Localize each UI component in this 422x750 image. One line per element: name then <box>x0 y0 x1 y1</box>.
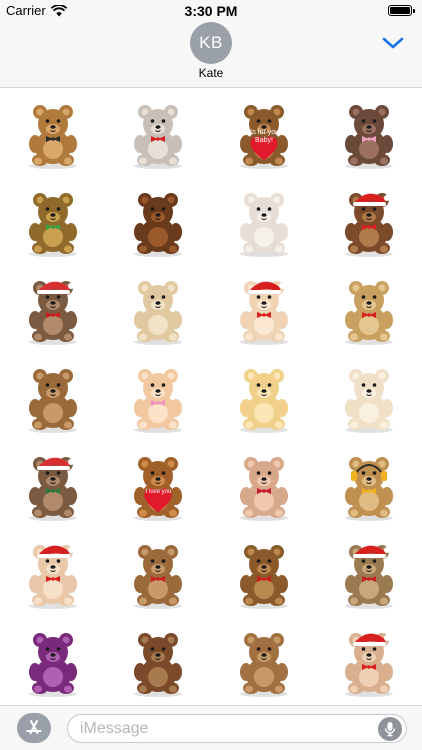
teddy-bear-icon <box>345 456 393 521</box>
teddy-bear-icon <box>28 192 77 257</box>
sticker-caption: I love you <box>145 489 172 495</box>
teddy-bear-icon <box>345 544 393 609</box>
sticker-bear-pink-belly[interactable] <box>317 91 422 178</box>
teddy-bear-icon <box>345 280 393 345</box>
sticker-bear-ribbon[interactable] <box>211 531 316 618</box>
teddy-bear-icon <box>28 456 77 521</box>
contact-avatar[interactable]: KB <box>190 22 232 64</box>
battery-icon <box>388 5 415 16</box>
teddy-bear-icon <box>134 104 182 169</box>
teddy-bear-icon <box>28 544 77 609</box>
sticker-bear-love-you[interactable]: I love you <box>106 443 211 530</box>
teddy-bear-icon <box>134 192 182 257</box>
sticker-bear-standing-brown[interactable] <box>211 619 316 705</box>
sticker-bear-santa-card[interactable] <box>317 619 422 705</box>
microphone-button[interactable] <box>378 717 402 741</box>
teddy-bear-icon <box>134 632 182 697</box>
sticker-bear-santa-flower[interactable] <box>211 267 316 354</box>
teddy-bear-icon <box>239 456 288 521</box>
sticker-bear-fuzzy-brown[interactable] <box>106 179 211 266</box>
sticker-bear-family-three[interactable] <box>0 355 105 442</box>
app-store-icon <box>26 720 42 734</box>
sticker-bear-heart-card[interactable]: It's for you, Baby! <box>211 91 316 178</box>
imessage-input[interactable] <box>80 720 370 738</box>
sticker-bear-arms-up[interactable] <box>211 355 316 442</box>
sticker-bear-red-scarf[interactable] <box>106 531 211 618</box>
teddy-bear-icon <box>239 280 288 345</box>
teddy-bear-icon <box>239 192 288 257</box>
sticker-bear-cream-orange[interactable] <box>317 355 422 442</box>
sticker-bear-waving[interactable] <box>106 619 211 705</box>
message-field[interactable] <box>67 714 407 743</box>
teddy-bear-icon <box>239 632 288 697</box>
teddy-bear-icon <box>134 368 182 433</box>
teddy-bear-icon <box>134 544 182 609</box>
sticker-bear-hug-hearts[interactable] <box>106 355 211 442</box>
teddy-bear-icon <box>345 368 393 433</box>
sticker-bear-heart-pillow[interactable] <box>211 443 316 530</box>
sticker-bear-christmas-scarf[interactable] <box>317 531 422 618</box>
status-bar: Carrier 3:30 PM <box>0 0 422 22</box>
sticker-bear-santa-baby[interactable] <box>0 531 105 618</box>
sticker-bear-santa-hat[interactable] <box>317 179 422 266</box>
teddy-bear-icon <box>134 456 182 521</box>
sticker-bear-bonnet-vintage[interactable] <box>211 179 316 266</box>
sticker-bear-tan-bow[interactable] <box>317 267 422 354</box>
sticker-bear-headphones[interactable] <box>317 443 422 530</box>
sticker-caption: It's for you, Baby! <box>246 129 281 144</box>
teddy-bear-icon <box>345 104 393 169</box>
sticker-bear-purple[interactable] <box>0 619 105 705</box>
status-time: 3:30 PM <box>184 3 238 19</box>
contact-name[interactable]: Kate <box>0 66 422 80</box>
sticker-bear-vest[interactable] <box>0 91 105 178</box>
teddy-bear-icon <box>345 632 393 697</box>
teddy-bear-icon <box>28 632 77 697</box>
app-store-button[interactable] <box>17 713 51 743</box>
sticker-bear-striped-beanie[interactable] <box>0 267 105 354</box>
teddy-bear-icon <box>134 280 182 345</box>
sticker-bear-face-green[interactable] <box>0 179 105 266</box>
sticker-bear-red-bow-grey[interactable] <box>106 91 211 178</box>
teddy-bear-icon <box>239 544 288 609</box>
message-input-bar <box>0 705 422 750</box>
chevron-down-icon[interactable] <box>382 36 404 50</box>
teddy-bear-icon <box>345 192 393 257</box>
microphone-icon <box>384 722 396 737</box>
sticker-bear-striped-sweater[interactable] <box>0 443 105 530</box>
sticker-grid: It's for you, Baby! I love you <box>0 89 422 705</box>
teddy-bear-icon <box>28 280 77 345</box>
teddy-bear-icon <box>239 368 288 433</box>
conversation-header: Carrier 3:30 PM KB Kate <box>0 0 422 88</box>
sticker-bear-hug-pair-beige[interactable] <box>106 267 211 354</box>
teddy-bear-icon <box>28 368 77 433</box>
teddy-bear-icon <box>28 104 77 169</box>
